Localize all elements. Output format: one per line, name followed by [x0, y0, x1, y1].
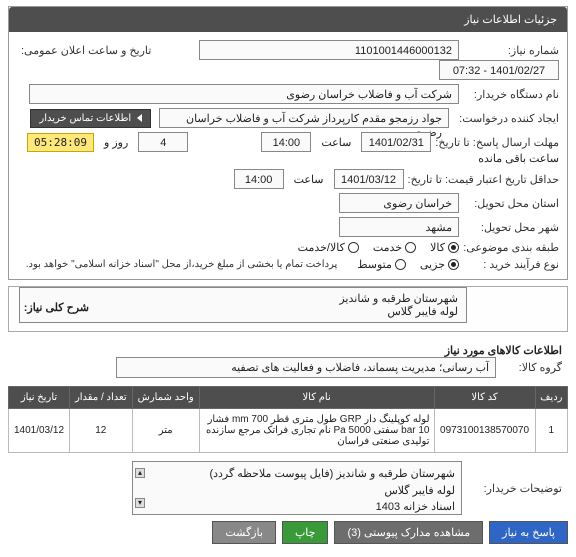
- creator-field: جواد رزمجو مقدم کارپرداز شرکت آب و فاضلا…: [159, 108, 449, 128]
- row-creator: ایجاد کننده درخواست: جواد رزمجو مقدم کار…: [17, 108, 559, 128]
- items-section-title: اطلاعات کالاهای مورد نیاز: [0, 338, 576, 357]
- deadline-label: مهلت ارسال پاسخ: تا تاریخ:: [431, 136, 559, 149]
- cell-name: لوله کوپلینگ دار GRP طول متری قطر mm 700…: [199, 409, 434, 453]
- row-need-no: شماره نیاز: 1101001446000132 تاریخ و ساع…: [17, 40, 559, 80]
- scroll-up-icon[interactable]: ▴: [135, 468, 145, 478]
- row-procurement: نوع فرآیند خرید : جزیی متوسط پرداخت تمام…: [17, 258, 559, 271]
- validity-date-field: 1401/03/12: [334, 169, 404, 189]
- budget-opt-both[interactable]: کالا/خدمت: [298, 241, 359, 254]
- row-buyer: نام دستگاه خریدار: شرکت آب و فاضلاب خراس…: [17, 84, 559, 104]
- row-budget: طبقه بندی موضوعی: کالا خدمت کالا/خدمت: [17, 241, 559, 254]
- radio-off-icon: [405, 242, 416, 253]
- budget-opt-goods[interactable]: کالا: [430, 241, 459, 254]
- cell-qty: 12: [69, 409, 132, 453]
- group-label: گروه کالا:: [502, 361, 562, 374]
- province-field: خراسان رضوی: [339, 193, 459, 213]
- announce-label: تاریخ و ساعت اعلان عمومی:: [17, 44, 151, 57]
- scroll-down-icon[interactable]: ▾: [135, 498, 145, 508]
- contact-buyer-button[interactable]: اطلاعات تماس خریدار: [30, 109, 151, 128]
- radio-off-icon: [395, 259, 406, 270]
- need-no-label: شماره نیاز:: [459, 44, 559, 57]
- contact-buyer-label: اطلاعات تماس خریدار: [39, 113, 131, 124]
- remain-label: ساعت باقی مانده: [478, 152, 559, 165]
- radio-off-icon: [348, 242, 359, 253]
- validity-time-field: 14:00: [234, 169, 284, 189]
- button-row: پاسخ به نیاز مشاهده مدارک پیوستی (3) چاپ…: [8, 521, 568, 544]
- arrow-left-icon: [137, 114, 142, 122]
- city-label: شهر محل تحویل:: [459, 221, 559, 234]
- th-unit: واحد شمارش: [132, 387, 199, 409]
- proc-radio-group: جزیی متوسط: [357, 258, 459, 271]
- validity-label: حداقل تاریخ اعتبار قیمت: تا تاریخ:: [404, 173, 559, 186]
- budget-opt-service[interactable]: خدمت: [373, 241, 416, 254]
- buyer-desc-line-1: شهرستان طرقبه و شاندیز (فایل پیوست ملاحظ…: [139, 466, 455, 483]
- row-validity: حداقل تاریخ اعتبار قیمت: تا تاریخ: 1401/…: [17, 169, 559, 189]
- radio-on-icon: [448, 242, 459, 253]
- buyer-desc-label: توضیحات خریدار:: [462, 482, 562, 495]
- row-city: شهر محل تحویل: مشهد: [17, 217, 559, 237]
- budget-opt-both-label: کالا/خدمت: [298, 241, 345, 254]
- table-header-row: ردیف کد کالا نام کالا واحد شمارش تعداد /…: [9, 387, 568, 409]
- radio-on-icon: [448, 259, 459, 270]
- saat-label-1: ساعت: [321, 136, 351, 149]
- countdown-timer: 05:28:09: [27, 133, 94, 152]
- proc-opt-minor-label: جزیی: [420, 258, 445, 271]
- respond-button[interactable]: پاسخ به نیاز: [489, 521, 568, 544]
- table-row: 1 0973100138570070 لوله کوپلینگ دار GRP …: [9, 409, 568, 453]
- row-buyer-desc: توضیحات خریدار: شهرستان طرقبه و شاندیز (…: [14, 461, 562, 515]
- need-no-field: 1101001446000132: [199, 40, 459, 60]
- proc-opt-minor[interactable]: جزیی: [420, 258, 459, 271]
- items-table: ردیف کد کالا نام کالا واحد شمارش تعداد /…: [8, 386, 568, 453]
- budget-opt-service-label: خدمت: [373, 241, 402, 254]
- buyer-field: شرکت آب و فاضلاب خراسان رضوی: [29, 84, 459, 104]
- budget-opt-goods-label: کالا: [430, 241, 445, 254]
- proc-note: پرداخت تمام یا بخشی از مبلغ خرید،از محل …: [26, 259, 338, 270]
- th-qty: تعداد / مقدار: [69, 387, 132, 409]
- proc-opt-medium[interactable]: متوسط: [357, 258, 406, 271]
- th-idx: ردیف: [535, 387, 567, 409]
- buyer-desc-line-2: لوله فایبر گلاس: [139, 483, 455, 500]
- back-button[interactable]: بازگشت: [212, 521, 276, 544]
- group-field: آب رسانی؛ مدیریت پسماند، فاضلاب و فعالیت…: [116, 357, 496, 378]
- creator-label: ایجاد کننده درخواست:: [449, 112, 559, 125]
- buyer-label: نام دستگاه خریدار:: [459, 88, 559, 101]
- saat-label-2: ساعت: [294, 173, 324, 186]
- budget-radio-group: کالا خدمت کالا/خدمت: [298, 241, 459, 254]
- province-label: استان محل تحویل:: [459, 197, 559, 210]
- cell-date: 1401/03/12: [9, 409, 70, 453]
- th-name: نام کالا: [199, 387, 434, 409]
- day-count-field: 4: [138, 132, 188, 152]
- summary-panel: شرح کلی نیاز: شهرستان طرقبه و شاندیز لول…: [8, 286, 568, 332]
- th-code: کد کالا: [434, 387, 535, 409]
- summary-title: شرح کلی نیاز:: [9, 287, 89, 314]
- deadline-time-field: 14:00: [261, 132, 311, 152]
- row-group: گروه کالا: آب رسانی؛ مدیریت پسماند، فاضل…: [14, 357, 562, 378]
- need-details-panel: جزئیات اطلاعات نیاز شماره نیاز: 11010014…: [8, 6, 568, 280]
- cell-idx: 1: [535, 409, 567, 453]
- proc-label: نوع فرآیند خرید :: [459, 258, 559, 271]
- panel-body: شماره نیاز: 1101001446000132 تاریخ و ساع…: [9, 32, 567, 279]
- row-province: استان محل تحویل: خراسان رضوی: [17, 193, 559, 213]
- print-button[interactable]: چاپ: [282, 521, 329, 544]
- proc-opt-medium-label: متوسط: [357, 258, 392, 271]
- buyer-desc-box[interactable]: شهرستان طرقبه و شاندیز (فایل پیوست ملاحظ…: [132, 461, 462, 515]
- panel-title: جزئیات اطلاعات نیاز: [9, 7, 567, 32]
- buyer-desc-line-3: اسناد خزانه 1403: [139, 499, 455, 515]
- announce-field: 1401/02/27 - 07:32: [439, 60, 559, 80]
- attachments-button[interactable]: مشاهده مدارک پیوستی (3): [334, 521, 483, 544]
- th-date: تاریخ نیاز: [9, 387, 70, 409]
- deadline-date-field: 1401/02/31: [361, 132, 431, 152]
- budget-label: طبقه بندی موضوعی:: [459, 241, 559, 254]
- row-deadline: مهلت ارسال پاسخ: تا تاریخ: 1401/02/31 سا…: [17, 132, 559, 165]
- cell-unit: متر: [132, 409, 199, 453]
- rooz-label: روز و: [104, 136, 128, 149]
- cell-code: 0973100138570070: [434, 409, 535, 453]
- city-field: مشهد: [339, 217, 459, 237]
